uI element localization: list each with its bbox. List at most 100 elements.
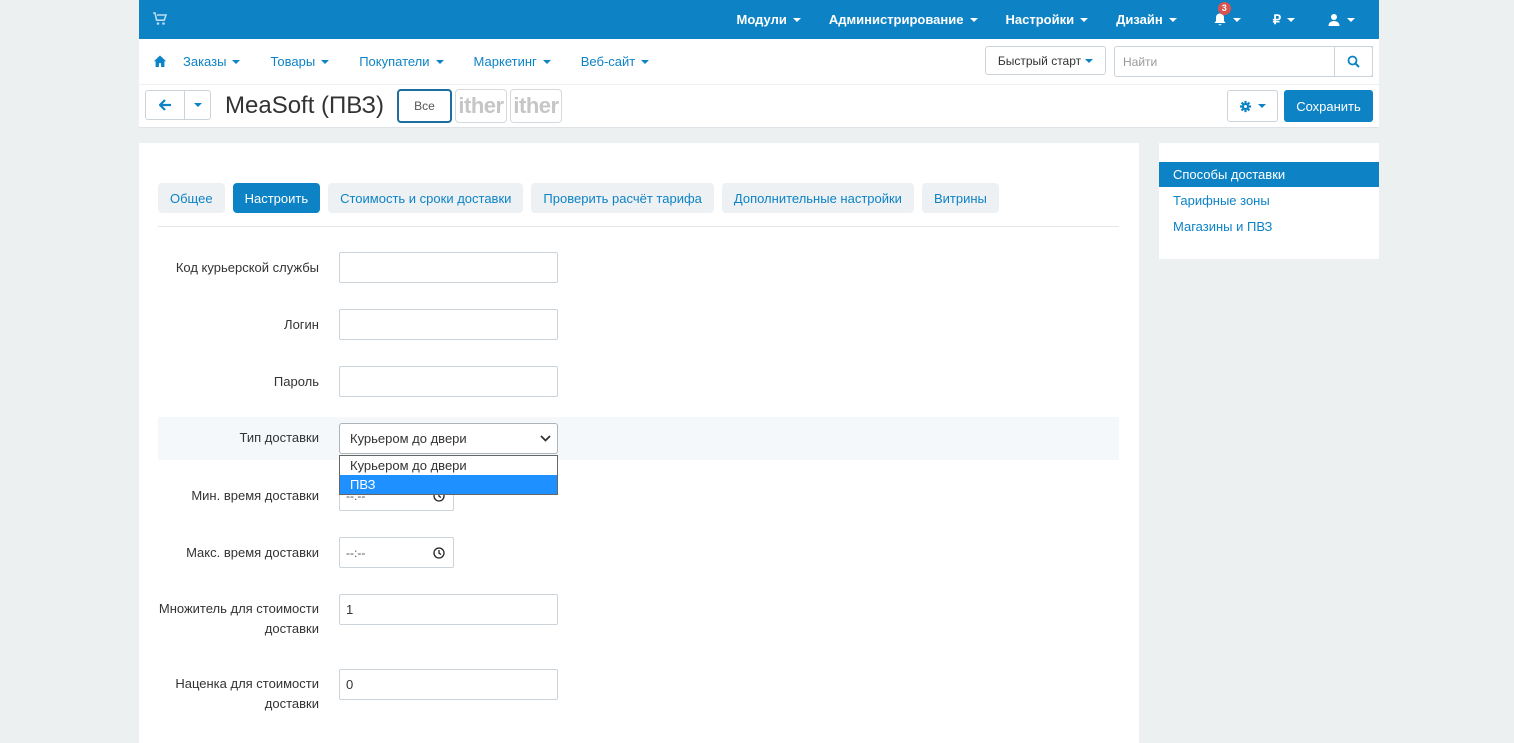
tab-cost-and-terms[interactable]: Стоимость и сроки доставки bbox=[328, 183, 524, 213]
clock-icon[interactable] bbox=[433, 546, 445, 559]
caret-down-icon bbox=[1287, 17, 1295, 22]
back-button[interactable] bbox=[145, 90, 185, 120]
top-menu-administration[interactable]: Администрирование bbox=[815, 12, 992, 27]
top-menu-design[interactable]: Дизайн bbox=[1102, 12, 1191, 27]
caret-down-icon bbox=[792, 17, 801, 22]
courier-code-label: Код курьерской службы bbox=[175, 260, 319, 275]
delivery-type-select[interactable]: Курьером до двери bbox=[339, 423, 558, 454]
notifications-button[interactable]: 3 bbox=[1191, 2, 1257, 27]
top-bar: Модули Администрирование Настройки Дизай… bbox=[139, 0, 1379, 39]
courier-code-input[interactable] bbox=[339, 252, 558, 283]
password-row: Пароль bbox=[158, 366, 1119, 399]
delivery-type-options: Курьером до двери ПВЗ bbox=[339, 455, 558, 495]
caret-down-icon bbox=[321, 59, 330, 64]
markup-label-line-2: доставки bbox=[264, 696, 319, 711]
store-logo-1-text: ither bbox=[458, 93, 504, 118]
store-filter-logo-1[interactable]: ither bbox=[455, 89, 507, 123]
nav-divider bbox=[139, 84, 1379, 85]
tab-general[interactable]: Общее bbox=[158, 183, 225, 213]
multiplier-input[interactable] bbox=[339, 594, 558, 625]
top-menu-modules-label: Модули bbox=[736, 12, 787, 27]
tab-configure[interactable]: Настроить bbox=[232, 183, 321, 213]
caret-down-icon bbox=[1232, 17, 1241, 22]
markup-input[interactable] bbox=[339, 669, 558, 700]
caret-down-icon bbox=[232, 59, 241, 64]
caret-down-icon bbox=[641, 59, 650, 64]
user-menu[interactable] bbox=[1315, 13, 1379, 27]
nav-item-customers[interactable]: Покупатели bbox=[359, 54, 444, 69]
main-nav: Заказы Товары Покупатели Маркетинг Веб-с… bbox=[183, 39, 679, 84]
markup-row: Наценка для стоимости доставки bbox=[158, 669, 1119, 714]
nav-item-customers-label: Покупатели bbox=[359, 54, 430, 69]
min-time-label: Мин. время доставки bbox=[191, 488, 319, 503]
nav-item-orders[interactable]: Заказы bbox=[183, 54, 241, 69]
chevron-down-icon bbox=[540, 435, 551, 442]
caret-down-icon bbox=[1080, 17, 1089, 22]
delivery-type-option-pickup-point[interactable]: ПВЗ bbox=[340, 475, 557, 494]
markup-label: Наценка для стоимости доставки bbox=[158, 674, 319, 714]
store-filter-logo-2[interactable]: ither bbox=[510, 89, 562, 123]
nav-bar: Заказы Товары Покупатели Маркетинг Веб-с… bbox=[139, 39, 1379, 128]
currency-label: ₽ bbox=[1272, 11, 1281, 27]
multiplier-label-line-1: Множитель для стоимости bbox=[158, 601, 319, 616]
sidebar-item-delivery-methods[interactable]: Способы доставки bbox=[1159, 162, 1379, 187]
save-button[interactable]: Сохранить bbox=[1284, 90, 1373, 122]
nav-item-marketing[interactable]: Маркетинг bbox=[474, 54, 551, 69]
top-menu: Модули Администрирование Настройки Дизай… bbox=[723, 0, 1379, 39]
min-time-row: Мин. время доставки --:-- bbox=[158, 480, 1119, 513]
multiplier-label: Множитель для стоимости доставки bbox=[158, 599, 319, 639]
home-icon[interactable] bbox=[153, 54, 167, 68]
tab-check-tariff[interactable]: Проверить расчёт тарифа bbox=[531, 183, 714, 213]
search-button[interactable] bbox=[1334, 46, 1373, 77]
search-icon bbox=[1347, 55, 1360, 68]
password-label: Пароль bbox=[273, 374, 319, 389]
store-filter-all[interactable]: Все bbox=[397, 89, 452, 123]
currency-menu[interactable]: ₽ bbox=[1257, 12, 1315, 28]
nav-item-products[interactable]: Товары bbox=[270, 54, 330, 69]
password-input[interactable] bbox=[339, 366, 558, 397]
caret-down-icon bbox=[1258, 104, 1266, 108]
nav-item-marketing-label: Маркетинг bbox=[473, 54, 537, 69]
top-menu-settings-label: Настройки bbox=[1005, 12, 1075, 27]
caret-down-icon bbox=[542, 59, 551, 64]
bell-wrap: 3 bbox=[1213, 2, 1231, 27]
sidebar-item-tariff-zones[interactable]: Тарифные зоны bbox=[1159, 188, 1379, 213]
sidebar-item-stores-and-pickup[interactable]: Магазины и ПВЗ bbox=[1159, 214, 1379, 239]
caret-down-icon bbox=[969, 17, 978, 22]
tabs-divider bbox=[158, 226, 1119, 227]
settings-tabs: Общее Настроить Стоимость и сроки достав… bbox=[158, 183, 1007, 213]
max-time-label: Макс. время доставки bbox=[186, 545, 319, 560]
top-menu-design-label: Дизайн bbox=[1116, 12, 1163, 27]
tab-additional-settings[interactable]: Дополнительные настройки bbox=[721, 183, 914, 213]
top-menu-administration-label: Администрирование bbox=[828, 12, 964, 27]
page-title: MeaSoft (ПВЗ) bbox=[225, 92, 384, 119]
max-time-row: Макс. время доставки --:-- bbox=[158, 537, 1119, 570]
notification-badge: 3 bbox=[1217, 2, 1231, 15]
delivery-type-row: Тип доставки Курьером до двери bbox=[158, 417, 1119, 460]
right-sidebar: Способы доставки Тарифные зоны Магазины … bbox=[1159, 143, 1379, 259]
top-menu-modules[interactable]: Модули bbox=[723, 12, 815, 27]
max-time-input[interactable]: --:-- bbox=[339, 537, 454, 568]
back-dropdown-button[interactable] bbox=[184, 90, 211, 120]
multiplier-label-line-2: доставки bbox=[264, 621, 319, 636]
arrow-left-icon bbox=[158, 99, 171, 111]
caret-down-icon bbox=[193, 103, 202, 107]
caret-down-icon bbox=[435, 59, 444, 64]
delivery-type-option-courier[interactable]: Курьером до двери bbox=[340, 456, 557, 475]
nav-item-orders-label: Заказы bbox=[183, 54, 227, 69]
login-row: Логин bbox=[158, 309, 1119, 342]
settings-gear-button[interactable] bbox=[1227, 90, 1278, 122]
tab-storefronts[interactable]: Витрины bbox=[921, 183, 999, 213]
delivery-type-selected-value: Курьером до двери bbox=[350, 431, 467, 446]
caret-down-icon bbox=[1347, 17, 1355, 22]
login-label: Логин bbox=[284, 317, 319, 332]
store-logo-2-text: ither bbox=[513, 93, 559, 118]
courier-code-row: Код курьерской службы bbox=[158, 252, 1119, 285]
top-menu-settings[interactable]: Настройки bbox=[992, 12, 1103, 27]
login-input[interactable] bbox=[339, 309, 558, 340]
nav-item-website[interactable]: Веб-сайт bbox=[581, 54, 650, 69]
caret-down-icon bbox=[1085, 58, 1094, 63]
cart-icon[interactable] bbox=[152, 11, 168, 27]
quick-start-button[interactable]: Быстрый старт bbox=[985, 46, 1106, 75]
max-time-value: --:-- bbox=[346, 545, 366, 560]
